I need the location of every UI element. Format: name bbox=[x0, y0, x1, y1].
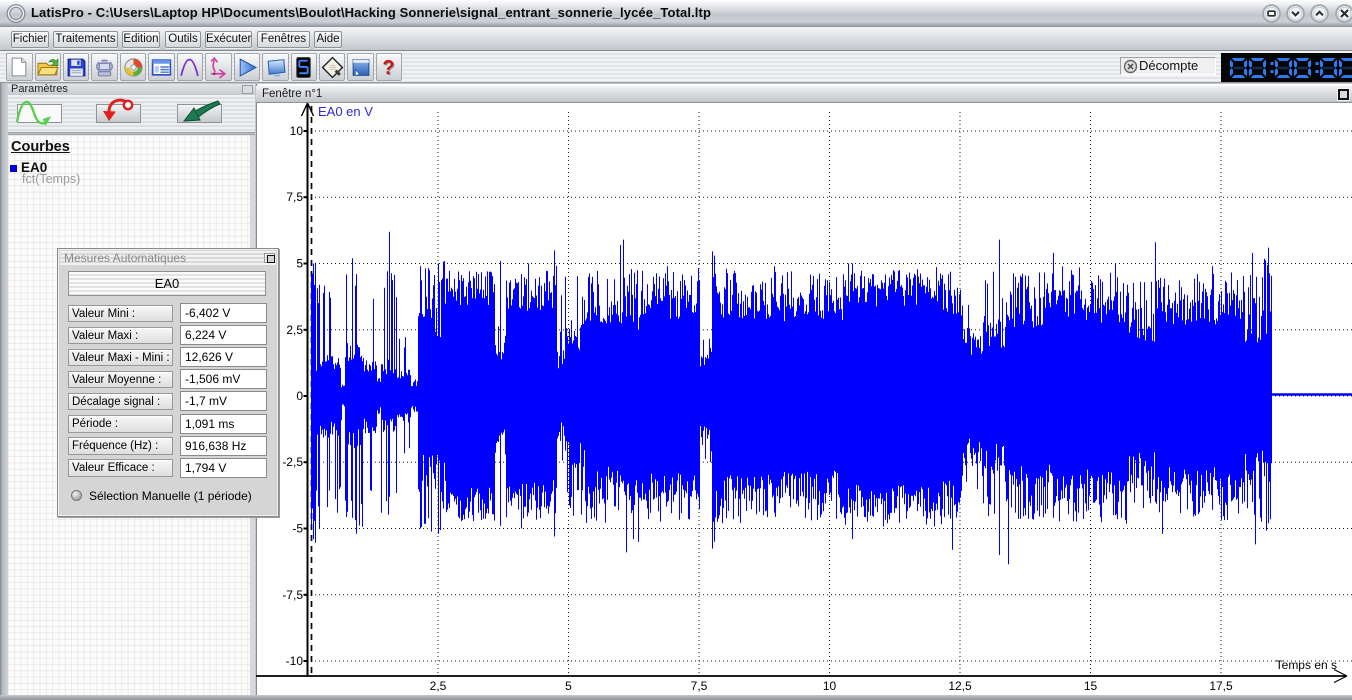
svg-text:?: ? bbox=[382, 56, 394, 78]
